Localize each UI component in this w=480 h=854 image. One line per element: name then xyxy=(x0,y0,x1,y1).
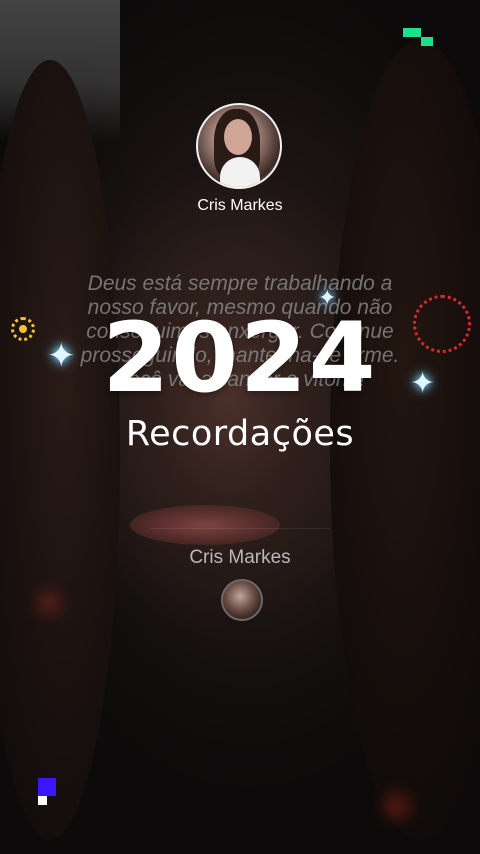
green-pixel-icon xyxy=(421,37,433,46)
creator-avatar[interactable] xyxy=(221,579,263,621)
background-lips xyxy=(130,505,280,545)
video-frame: Cris Markes Deus está sempre trabalhando… xyxy=(0,0,480,854)
white-pixel-icon xyxy=(38,796,47,805)
avatar-face xyxy=(224,119,252,155)
creator-name[interactable]: Cris Markes xyxy=(0,547,480,569)
light-flare xyxy=(38,592,60,614)
blue-pixel-icon xyxy=(38,778,56,796)
green-pixel-icon xyxy=(403,28,421,37)
profile-name[interactable]: Cris Markes xyxy=(0,197,480,215)
avatar-shirt xyxy=(220,157,260,187)
year-title: 2024 xyxy=(102,302,378,414)
profile-avatar[interactable] xyxy=(196,103,282,189)
memories-title: Recordações xyxy=(125,414,355,454)
light-flare xyxy=(383,792,411,820)
divider xyxy=(150,528,330,529)
